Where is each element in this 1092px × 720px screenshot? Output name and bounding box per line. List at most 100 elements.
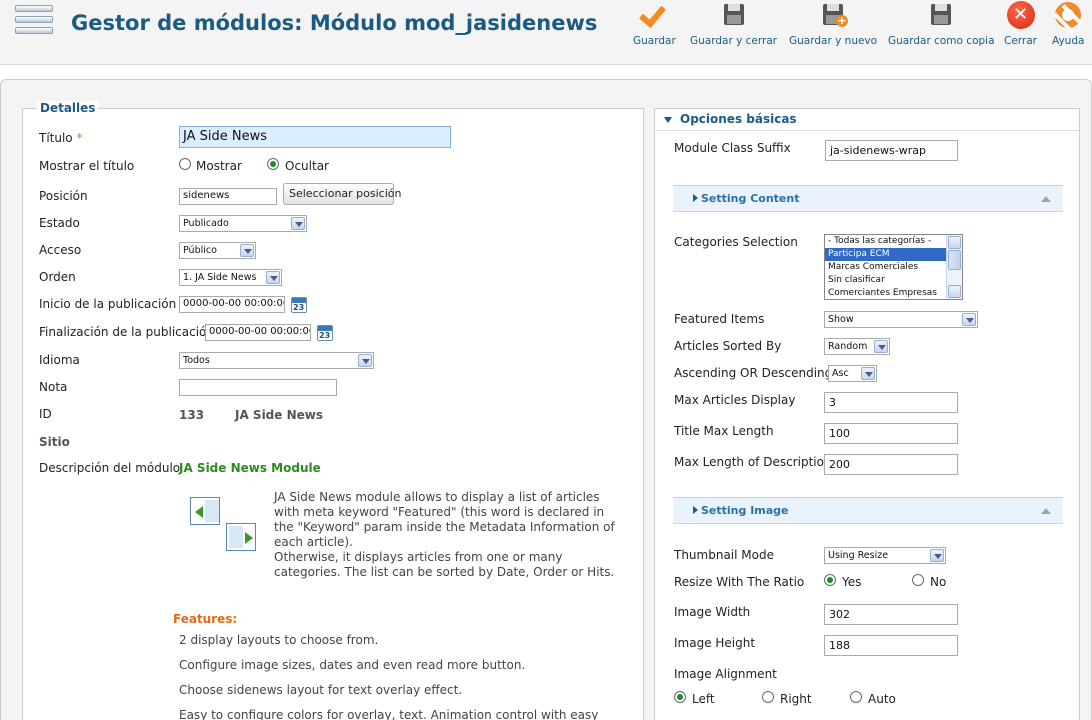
scrollbar[interactable] (946, 235, 962, 299)
list-item[interactable]: - Todas las categorías - (825, 235, 962, 248)
basic-options-header[interactable]: Opciones básicas (655, 109, 1079, 131)
show-title-label: Mostrar el título (39, 159, 135, 173)
title-label: Título * (39, 131, 83, 145)
calendar-icon[interactable] (291, 297, 307, 313)
floppy-disk-icon (719, 0, 749, 30)
asc-desc-label: Ascending OR Descending (674, 366, 833, 380)
show-title-radio-show[interactable] (179, 158, 191, 170)
publish-down-input[interactable]: 0000-00-00 00:00:00 (205, 324, 311, 341)
categories-label: Categories Selection (674, 235, 798, 249)
save-copy-button[interactable]: Guardar como copia (888, 0, 995, 47)
setting-image-header[interactable]: Setting Image (673, 497, 1063, 524)
max-articles-label: Max Articles Display (674, 393, 796, 407)
id-label: ID (39, 407, 52, 421)
collapse-arrow-icon (1041, 196, 1051, 202)
features-title: Features: (173, 612, 238, 626)
language-label: Idioma (39, 353, 80, 367)
sorted-select[interactable]: Random (824, 338, 890, 355)
close-button[interactable]: ✕ Cerrar (1004, 0, 1037, 47)
desc-max-input[interactable]: 200 (824, 454, 958, 475)
show-title-hide-label: Ocultar (285, 159, 329, 173)
publish-up-label: Inicio de la publicación (39, 297, 177, 311)
ratio-no-radio[interactable] (912, 574, 924, 586)
thumbnail-label: Thumbnail Mode (674, 548, 774, 562)
max-articles-input[interactable]: 3 (824, 392, 958, 413)
image-width-label: Image Width (674, 605, 751, 619)
ratio-label: Resize With The Ratio (674, 575, 805, 589)
state-label: Estado (39, 216, 80, 230)
align-right-radio[interactable] (762, 691, 774, 703)
description-text: JA Side News module allows to display a … (274, 490, 615, 579)
save-new-button[interactable]: + Guardar y nuevo (789, 0, 877, 47)
chevron-down-icon (874, 340, 888, 353)
class-suffix-input[interactable]: ja-sidenews-wrap (825, 140, 958, 161)
ratio-no-label: No (930, 575, 947, 589)
list-item[interactable]: Sin clasificar (825, 274, 962, 287)
feature-item: Choose sidenews layout for text overlay … (179, 683, 463, 697)
triangle-right-icon (693, 506, 698, 514)
chevron-down-icon (291, 217, 305, 230)
module-manager-icon (15, 5, 53, 45)
state-select[interactable]: Publicado (179, 215, 307, 232)
module-layout-icon (190, 497, 220, 525)
floppy-disk-copy-icon (926, 0, 956, 30)
align-right-label: Right (780, 692, 812, 706)
feature-item: 2 display layouts to choose from. (179, 633, 379, 647)
position-input[interactable]: sidenews (179, 188, 277, 205)
checkmark-icon (639, 0, 669, 30)
publish-up-input[interactable]: 0000-00-00 00:00:00 (179, 296, 285, 313)
show-title-show-label: Mostrar (196, 159, 242, 173)
save-button[interactable]: Guardar (633, 0, 676, 47)
chevron-down-icon (861, 367, 875, 380)
triangle-down-icon (664, 117, 672, 123)
floppy-disk-plus-icon: + (818, 0, 849, 30)
language-select[interactable]: Todos (179, 352, 374, 369)
image-alignment-label: Image Alignment (674, 667, 777, 681)
access-select[interactable]: Público (179, 242, 256, 259)
title-max-input[interactable]: 100 (824, 423, 958, 444)
description-title: JA Side News Module (179, 461, 321, 475)
desc-max-label: Max Length of Description (674, 455, 832, 469)
chevron-down-icon (240, 244, 254, 257)
image-height-label: Image Height (674, 636, 756, 650)
ratio-yes-radio[interactable] (824, 574, 836, 586)
title-input[interactable]: JA Side News (179, 126, 451, 148)
description-label: Descripción del módulo (39, 461, 181, 475)
align-auto-radio[interactable] (850, 691, 862, 703)
align-left-radio[interactable] (674, 691, 686, 703)
module-layout-icon (226, 523, 256, 551)
list-item[interactable]: Comerciantes Empresas (825, 287, 962, 299)
id-value: 133 (179, 408, 205, 422)
categories-listbox[interactable]: - Todas las categorías - Participa ECM M… (824, 234, 963, 300)
list-item[interactable]: Participa ECM (825, 248, 962, 261)
setting-content-header[interactable]: Setting Content (673, 185, 1063, 212)
position-label: Posición (39, 189, 88, 203)
page-title: Gestor de módulos: Módulo mod_jasidenews (71, 11, 598, 35)
title-max-label: Title Max Length (674, 424, 774, 438)
cancel-icon: ✕ (1006, 0, 1036, 30)
image-width-input[interactable]: 302 (824, 604, 958, 625)
calendar-icon[interactable] (317, 325, 333, 341)
chevron-down-icon (930, 549, 944, 562)
help-button[interactable]: Ayuda (1052, 0, 1084, 47)
note-input[interactable] (179, 379, 337, 396)
show-title-radio-hide[interactable] (267, 158, 279, 170)
align-auto-label: Auto (868, 692, 896, 706)
chevron-down-icon (962, 313, 976, 326)
select-position-button[interactable]: Seleccionar posición (283, 183, 402, 205)
lifebuoy-icon (1053, 0, 1083, 30)
image-height-input[interactable]: 188 (824, 635, 958, 656)
asc-desc-select[interactable]: Asc (828, 365, 877, 382)
feature-item: Easy to configure colors for overlay, te… (179, 708, 599, 720)
save-close-button[interactable]: Guardar y cerrar (690, 0, 777, 47)
list-item[interactable]: Marcas Comerciales (825, 261, 962, 274)
header: Gestor de módulos: Módulo mod_jasidenews… (0, 0, 1092, 65)
featured-select[interactable]: Show (824, 311, 978, 328)
thumbnail-select[interactable]: Using Resize (824, 547, 946, 564)
class-suffix-label: Module Class Suffix (674, 141, 791, 155)
triangle-right-icon (693, 194, 698, 202)
collapse-arrow-icon (1041, 508, 1051, 514)
order-select[interactable]: 1. JA Side News (179, 269, 282, 286)
align-left-label: Left (692, 692, 715, 706)
feature-item: Configure image sizes, dates and even re… (179, 658, 526, 672)
